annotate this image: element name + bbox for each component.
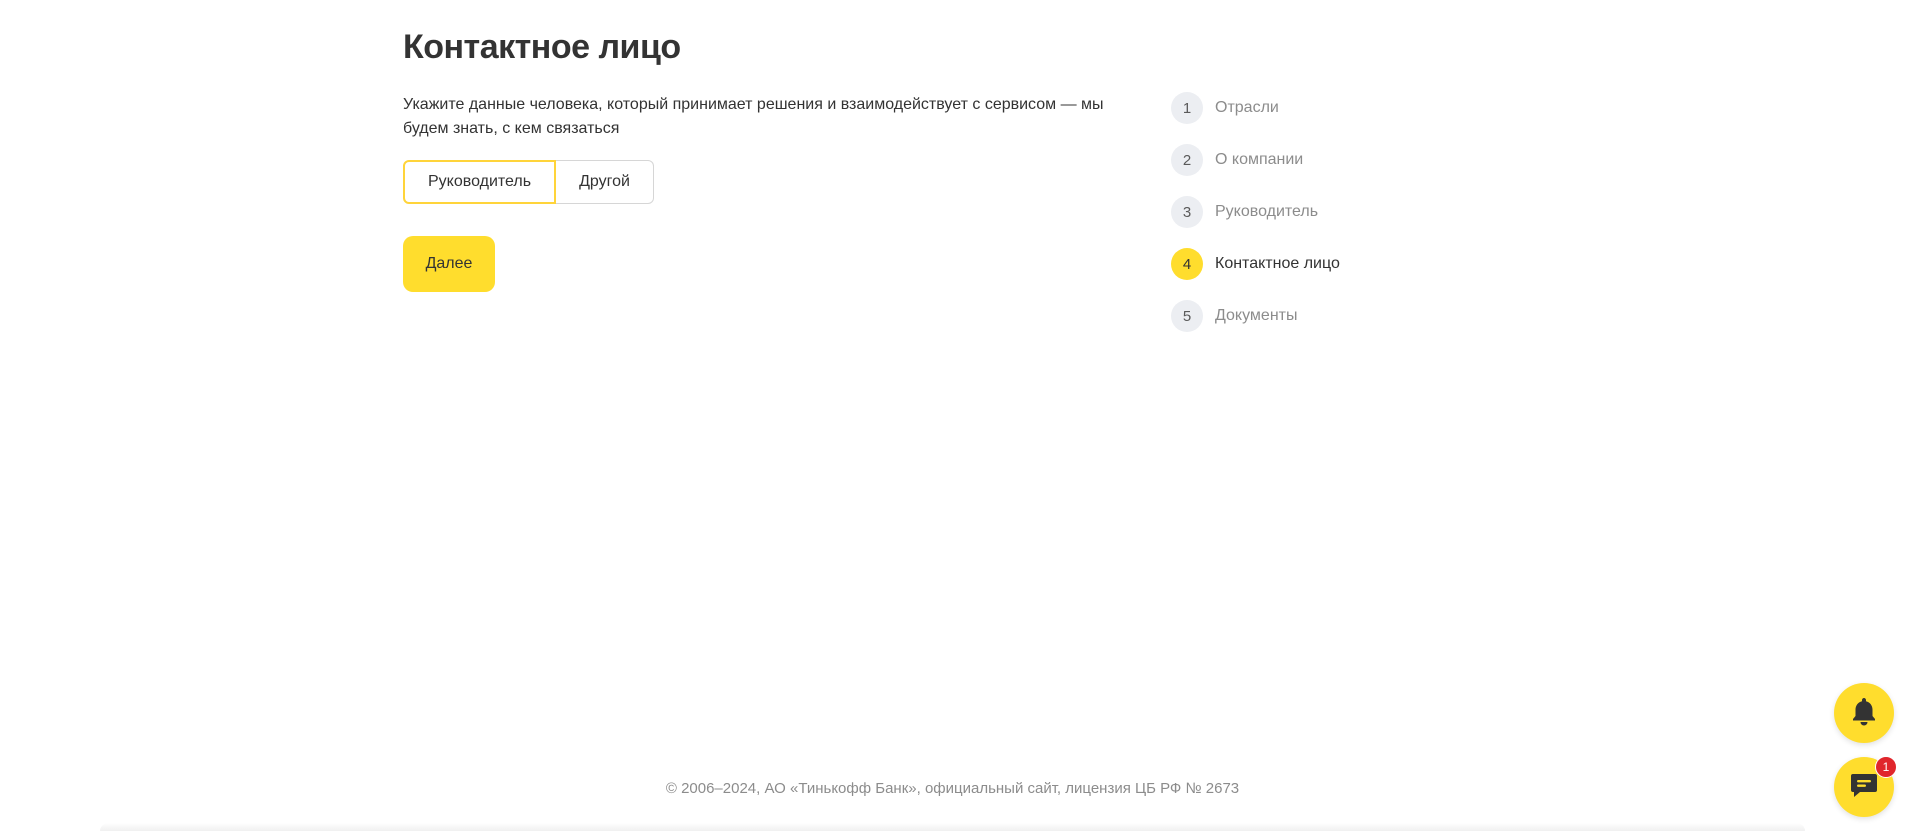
footer-copyright: © 2006–2024, АО «Тинькофф Банк», официал… <box>665 780 1240 797</box>
page-description: Укажите данные человека, который принима… <box>403 96 1104 137</box>
step-number: 2 <box>1171 144 1203 176</box>
step-number: 4 <box>1171 248 1203 280</box>
step-label: Отрасли <box>1215 99 1279 116</box>
step-label: О компании <box>1215 151 1304 168</box>
notifications-button[interactable] <box>1834 683 1894 743</box>
bell-icon <box>1850 696 1878 731</box>
step-item-director[interactable]: 3 Руководитель <box>1171 196 1340 228</box>
step-item-documents[interactable]: 5 Документы <box>1171 300 1340 332</box>
steps-list: 1 Отрасли 2 О компании 3 Руководитель 4 … <box>1171 92 1340 352</box>
step-number: 5 <box>1171 300 1203 332</box>
contact-type-selector: Руководитель Другой <box>403 160 654 204</box>
step-label: Руководитель <box>1215 203 1319 220</box>
step-label: Документы <box>1215 307 1298 324</box>
step-item-about-company[interactable]: 2 О компании <box>1171 144 1340 176</box>
page-title: Контактное лицо <box>403 28 681 66</box>
step-number: 1 <box>1171 92 1203 124</box>
step-number: 3 <box>1171 196 1203 228</box>
page: Контактное лицо Укажите данные человека,… <box>0 0 1905 831</box>
chat-icon <box>1849 771 1879 804</box>
option-director-button[interactable]: Руководитель <box>403 160 557 204</box>
step-item-contact-person[interactable]: 4 Контактное лицо <box>1171 248 1340 280</box>
step-item-industries[interactable]: 1 Отрасли <box>1171 92 1340 124</box>
chat-unread-badge: 1 <box>1875 756 1897 778</box>
next-button[interactable]: Далее <box>403 236 495 292</box>
step-label: Контактное лицо <box>1215 255 1340 272</box>
bottom-panel-edge <box>100 823 1805 831</box>
option-other-button[interactable]: Другой <box>556 160 654 204</box>
